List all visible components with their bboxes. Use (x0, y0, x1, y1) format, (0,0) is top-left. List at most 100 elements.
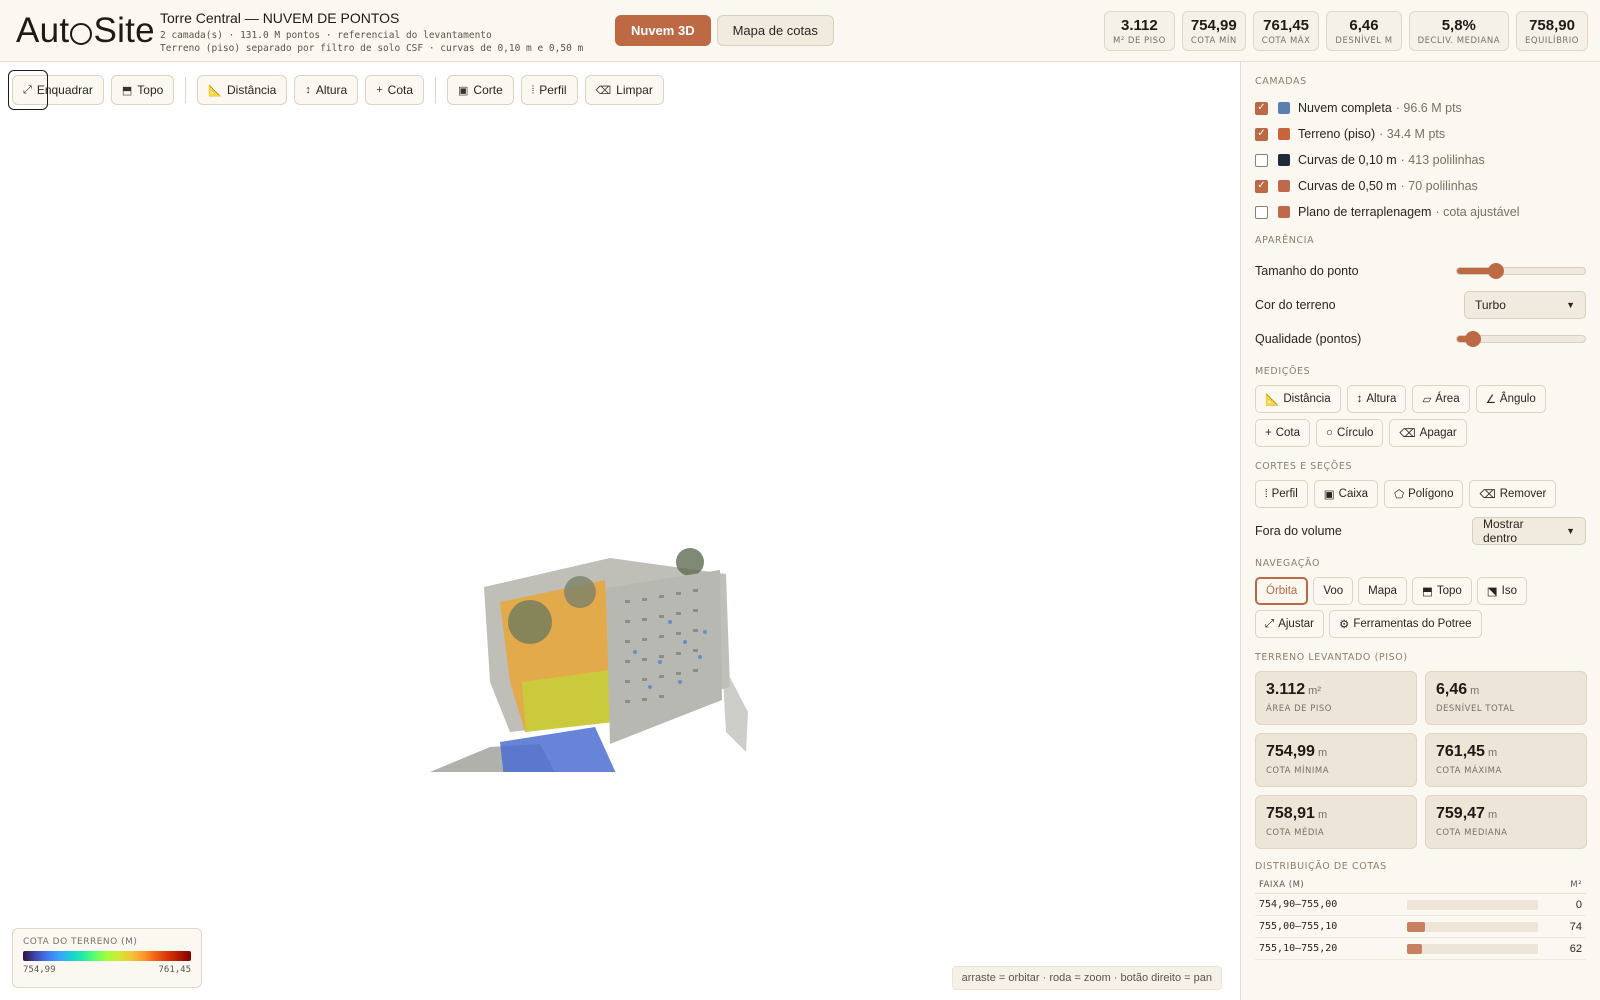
layer-row-curvas-050[interactable]: ✓ Curvas de 0,50 m · 70 polilinhas (1255, 173, 1586, 199)
measure-elevation-button[interactable]: + Cota (1255, 419, 1311, 447)
profile-icon: ⦙ (1265, 487, 1268, 500)
layer-desc: · 96.6 M pts (1395, 101, 1462, 115)
card-cota-minima: 754,99 m COTA MÍNIMA (1255, 733, 1417, 787)
card-value-line: 3.112 m² (1266, 681, 1406, 699)
nav-top-button[interactable]: ⬒ Topo (1411, 577, 1472, 605)
measure-distance-button[interactable]: 📐 Distância (1255, 385, 1341, 413)
measure-circle-button[interactable]: ○ Círculo (1316, 419, 1384, 447)
measure-erase-button[interactable]: ⌫ Apagar (1389, 419, 1467, 447)
nav-fly-button[interactable]: Voo (1313, 577, 1354, 605)
nav-iso-button[interactable]: ⬔ Iso (1476, 577, 1527, 605)
nav-orbit-button[interactable]: Órbita (1255, 577, 1309, 605)
expand-icon: ⤢ (1265, 617, 1275, 630)
clear-button[interactable]: ⌫ Limpar (584, 75, 664, 105)
layer-swatch (1278, 206, 1290, 218)
section-title-layers: CAMADAS (1255, 76, 1307, 87)
distribution-range: 755,00–755,10 (1259, 921, 1338, 932)
cut-tool-button[interactable]: ▣ Corte (447, 75, 514, 105)
card-value: 761,45 (1436, 743, 1485, 760)
potree-tools-button[interactable]: ⚙ Ferramentas do Potree (1329, 610, 1482, 638)
top-view-button[interactable]: ⬒ Topo (110, 75, 175, 105)
measure-area-button[interactable]: ▱ Área (1412, 385, 1470, 413)
tab-nuvem-3d[interactable]: Nuvem 3D (615, 15, 711, 46)
elevation-tool-button[interactable]: + Cota (365, 75, 425, 105)
card-label: ÁREA DE PISO (1266, 704, 1332, 714)
app-logo[interactable]: Aut Site (16, 8, 155, 54)
layer-checkbox[interactable] (1255, 205, 1268, 219)
eraser-icon: ⌫ (595, 84, 612, 97)
table-row: 755,10–755,20 62 (1255, 938, 1586, 960)
profile-label: Perfil (539, 83, 567, 97)
stat-desnivel: 6,46 DESNÍVEL M (1326, 11, 1402, 51)
profile-tool-button[interactable]: ⦙ Perfil (520, 75, 578, 105)
layer-swatch (1278, 102, 1290, 114)
cut-profile-button[interactable]: ⦙ Perfil (1255, 480, 1308, 508)
button-label: Caixa (1338, 488, 1369, 500)
quality-slider[interactable] (1456, 331, 1586, 347)
button-label: Perfil (1271, 488, 1298, 500)
distribution-bar-fill (1407, 921, 1426, 932)
distribution-range: 754,90–755,00 (1259, 899, 1338, 910)
button-label: Iso (1501, 585, 1517, 597)
angle-icon: ∠ (1485, 394, 1496, 406)
terrain-color-select[interactable]: Turbo ▼ (1464, 291, 1586, 319)
height-tool-button[interactable]: ↕ Altura (294, 75, 359, 105)
cut-remove-button[interactable]: ⌫ Remover (1469, 480, 1557, 508)
button-label: Círculo (1336, 427, 1374, 439)
button-label: Apagar (1419, 427, 1457, 439)
chevron-down-icon: ▼ (1566, 526, 1575, 536)
layer-row-terraplenagem[interactable]: Plano de terraplenagem · cota ajustável (1255, 199, 1586, 225)
slider-thumb[interactable] (1464, 331, 1481, 347)
box-cut-icon: ▣ (458, 84, 469, 97)
layer-row-nuvem-completa[interactable]: ✓ Nuvem completa · 96.6 M pts (1255, 95, 1586, 121)
iso-cube-icon: ⬔ (1486, 586, 1498, 598)
section-title-navigation: NAVEGAÇÃO (1255, 558, 1321, 569)
quality-label: Qualidade (pontos) (1255, 332, 1362, 346)
layer-checkbox[interactable]: ✓ (1255, 101, 1268, 115)
cut-box-button[interactable]: ▣ Caixa (1313, 480, 1379, 508)
layer-desc: · cota ajustável (1435, 205, 1520, 219)
distribution-head-area: M² (1570, 880, 1582, 890)
layer-checkbox[interactable]: ✓ (1255, 127, 1268, 141)
tab-mapa-de-cotas[interactable]: Mapa de cotas (716, 15, 834, 46)
frame-label: Enquadrar (36, 83, 93, 97)
card-desnivel-total: 6,46 m DESNÍVEL TOTAL (1425, 671, 1587, 725)
nav-map-button[interactable]: Mapa (1358, 577, 1407, 605)
layer-row-curvas-010[interactable]: Curvas de 0,10 m · 413 polilinhas (1255, 147, 1586, 173)
layer-checkbox[interactable]: ✓ (1255, 179, 1268, 193)
stat-cota-min: 754,99 COTA MÍN (1181, 11, 1246, 51)
outside-volume-row: Fora do volume Mostrar dentro ▼ (1255, 514, 1586, 548)
top-view-label: Topo (137, 83, 164, 97)
stat-label: DECLIV. MEDIANA (1417, 35, 1501, 46)
distribution-bar (1407, 899, 1538, 910)
layer-row-terreno-piso[interactable]: ✓ Terreno (piso) · 34.4 M pts (1255, 121, 1586, 147)
measure-angle-button[interactable]: ∠ Ângulo (1475, 385, 1546, 413)
stat-equilibrio: 758,90 EQUILÍBRIO (1516, 11, 1588, 51)
outside-volume-select[interactable]: Mostrar dentro ▼ (1472, 517, 1586, 545)
vertical-arrows-icon: ↕ (1356, 393, 1363, 405)
slider-thumb[interactable] (1488, 263, 1504, 279)
legend-max: 761,45 (158, 965, 191, 975)
distance-tool-button[interactable]: 📐 Distância (197, 75, 288, 105)
point-size-slider[interactable] (1456, 263, 1586, 279)
point-cloud-viewer[interactable]: ⤢ Enquadrar ⬒ Topo 📐 Distância ↕ Altura + Cot… (0, 62, 1240, 1000)
ruler-icon: 📐 (1265, 394, 1280, 406)
box-cut-icon: ▣ (1323, 489, 1335, 501)
terrain-color-value: Turbo (1475, 298, 1506, 312)
card-value-line: 761,45 m (1436, 743, 1576, 761)
ruler-icon: 📐 (208, 84, 222, 97)
distribution-range: 755,10–755,20 (1259, 943, 1338, 954)
layer-checkbox[interactable] (1255, 153, 1268, 167)
measure-height-button[interactable]: ↕ Altura (1346, 385, 1407, 413)
card-cota-media: 758,91 m COTA MÉDIA (1255, 795, 1417, 849)
cut-polygon-button[interactable]: ⬠ Polígono (1384, 480, 1464, 508)
card-label: COTA MÁXIMA (1436, 766, 1502, 776)
button-label: Ângulo (1499, 393, 1536, 405)
point-cloud-render[interactable] (430, 482, 760, 772)
stat-value: 761,45 (1263, 16, 1310, 34)
card-unit: m (1317, 809, 1328, 821)
layer-desc: · 34.4 M pts (1379, 127, 1446, 141)
nav-fit-button[interactable]: ⤢ Ajustar (1255, 610, 1324, 638)
frame-button[interactable]: ⤢ Enquadrar (12, 75, 104, 105)
vertical-arrows-icon: ↕ (305, 84, 311, 96)
